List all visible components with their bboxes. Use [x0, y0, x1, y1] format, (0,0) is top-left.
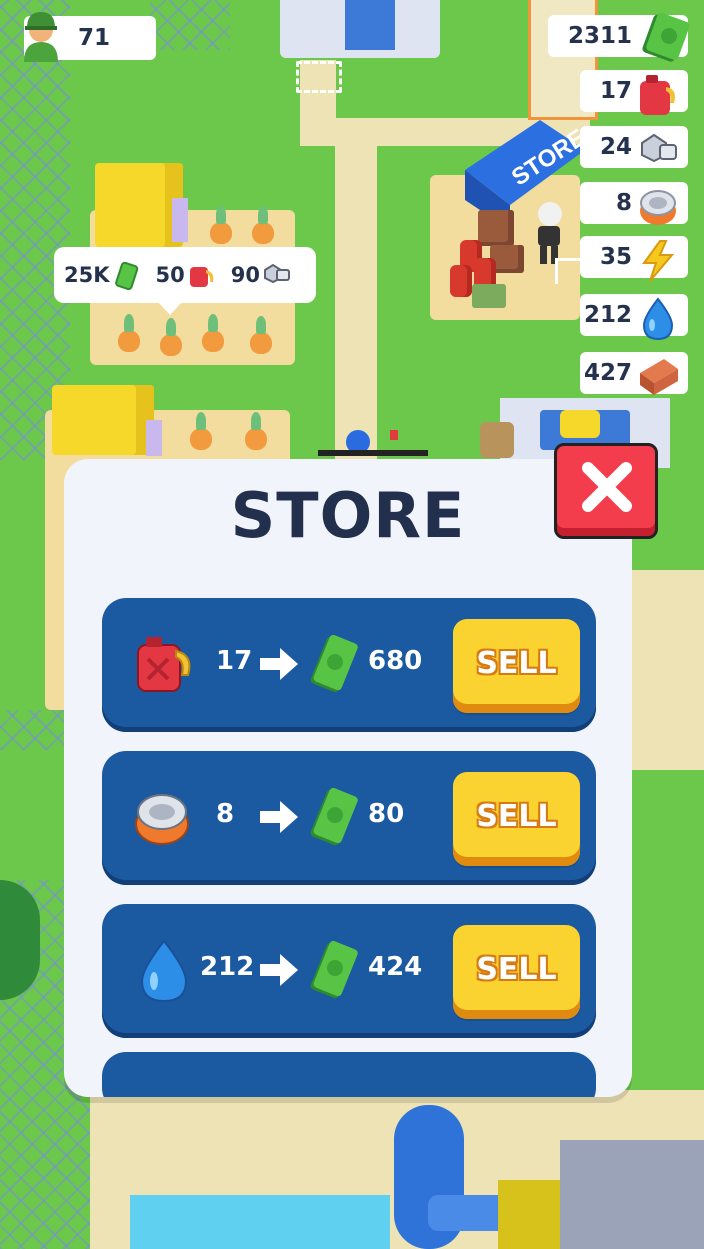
close-icon — [582, 462, 632, 512]
field-cost-bubble: 25K 50 90 — [54, 247, 316, 315]
crop — [118, 314, 140, 352]
arrow-right-icon — [260, 648, 298, 680]
resource-water-value: 212 — [583, 302, 632, 328]
bolt-icon — [641, 133, 677, 163]
resource-energy-value: 35 — [599, 244, 632, 270]
crop — [202, 314, 224, 352]
tin-can-icon — [640, 190, 676, 225]
cash-icon — [114, 261, 138, 290]
resource-cans: 8 — [580, 182, 688, 225]
lightning-icon — [642, 240, 675, 282]
arrow-right-icon — [260, 801, 298, 833]
player-count-value: 71 — [78, 25, 111, 51]
resource-fuel: 17 — [580, 70, 688, 115]
tin-can-icon — [135, 794, 189, 845]
crop — [252, 206, 274, 244]
fuel-cost: 50 — [156, 260, 217, 290]
brick-icon — [640, 359, 678, 395]
soldier-avatar-icon — [24, 12, 58, 62]
crop — [245, 412, 267, 450]
offer-price: 424 — [368, 952, 423, 982]
sell-button-fuel[interactable]: SELL — [453, 619, 580, 713]
resource-water: 212 — [580, 294, 688, 341]
cash-icon — [310, 787, 358, 846]
barrel-wood — [480, 422, 514, 458]
resource-cans-value: 8 — [615, 190, 632, 216]
crop — [190, 412, 212, 450]
offer-quantity: 8 — [216, 799, 235, 829]
sell-button-cans[interactable]: SELL — [453, 772, 580, 866]
store-offer-fuel: 17 680 SELL — [102, 598, 596, 732]
resource-energy: 35 — [580, 236, 688, 282]
bolt-cost: 90 — [231, 260, 292, 290]
cash-cost: 25K — [64, 260, 142, 290]
fuel-can-icon — [640, 75, 675, 115]
tent-2 — [52, 385, 154, 455]
tent-1-side — [172, 198, 188, 242]
resource-cash-value: 2311 — [567, 23, 632, 49]
cash-cost-value: 25K — [64, 263, 110, 287]
machine-top — [560, 410, 600, 438]
arrow-right-icon — [260, 954, 298, 986]
crop — [160, 318, 182, 356]
resource-fuel-value: 17 — [599, 78, 632, 104]
building-door — [345, 0, 395, 50]
supply-box — [472, 284, 506, 308]
resource-cash: 2311 — [548, 12, 690, 62]
resource-bolts-value: 24 — [599, 134, 632, 160]
fuel-can-icon — [137, 637, 191, 692]
offer-quantity: 212 — [200, 952, 255, 982]
water-drop-icon — [642, 297, 674, 341]
tent-2-side — [146, 420, 162, 456]
crop — [210, 206, 232, 244]
fence-mid-left — [0, 710, 70, 750]
resource-bolts: 24 — [580, 126, 688, 168]
crate — [478, 210, 514, 246]
bolt-cost-value: 90 — [230, 263, 260, 287]
close-button[interactable] — [554, 443, 658, 539]
store-offer-partial[interactable] — [102, 1052, 596, 1097]
store-offer-cans: 8 80 SELL — [102, 751, 596, 885]
offer-price: 680 — [368, 646, 423, 676]
water-drop-icon — [140, 939, 188, 1003]
placement-marker — [296, 61, 342, 93]
store-offer-water: 212 424 SELL — [102, 904, 596, 1038]
cash-icon — [310, 940, 358, 999]
road-right — [630, 570, 704, 770]
cash-icon — [642, 12, 690, 62]
fence-top — [150, 0, 230, 50]
crop — [250, 316, 272, 354]
barrel — [450, 265, 472, 297]
tent-1 — [95, 163, 183, 247]
fuel-can-icon — [189, 267, 214, 287]
store-dialog: STORE 17 680 SELL 8 80 SELL 212 424 SELL — [64, 459, 632, 1097]
offer-quantity: 17 — [216, 646, 253, 676]
road-vertical — [335, 120, 377, 460]
worker-character — [318, 430, 428, 456]
bolt-icon — [263, 263, 290, 284]
pool-water — [130, 1195, 390, 1249]
sell-button-water[interactable]: SELL — [453, 925, 580, 1019]
cash-icon — [310, 634, 358, 693]
grey-structure — [560, 1140, 704, 1249]
resource-bricks-value: 427 — [583, 360, 632, 386]
store-title: STORE — [230, 479, 466, 552]
resource-bricks: 427 — [580, 352, 688, 395]
fuel-cost-value: 50 — [155, 263, 185, 287]
offer-price: 80 — [368, 799, 405, 829]
